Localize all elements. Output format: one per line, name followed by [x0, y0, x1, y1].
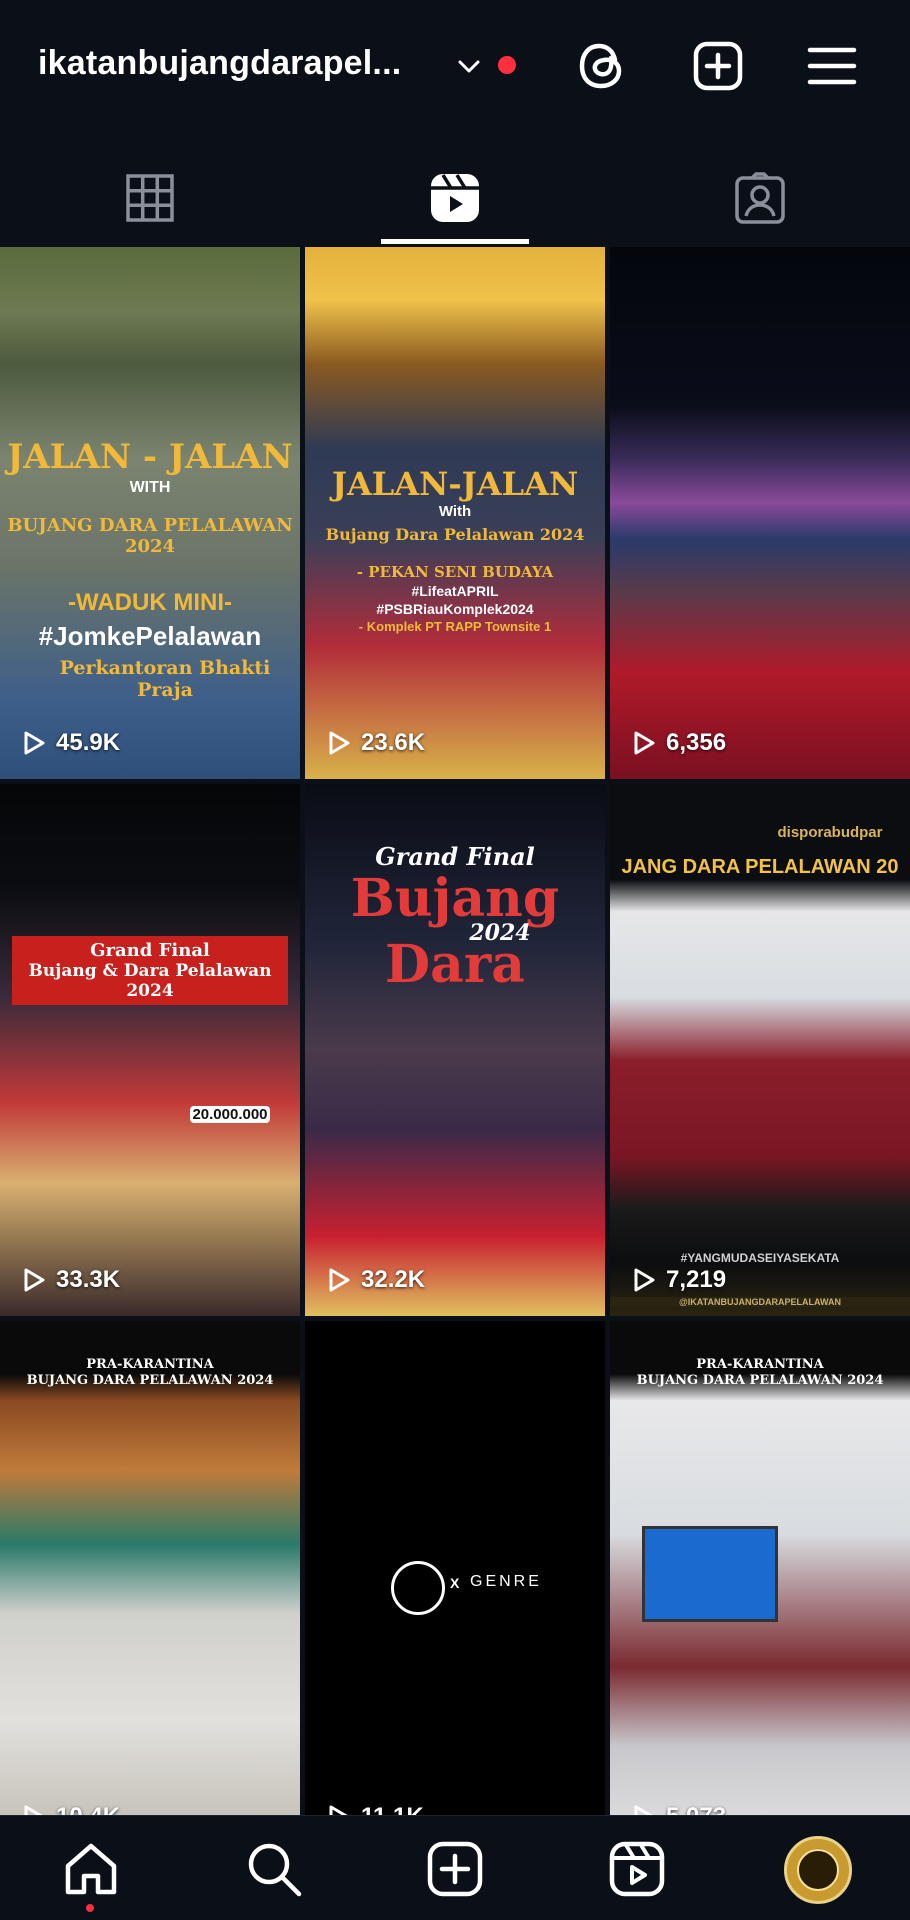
play-icon — [634, 1268, 655, 1292]
reel-caption: @IKATANBUJANGDARAPELALAWAN — [610, 1297, 910, 1307]
threads-icon[interactable] — [573, 36, 633, 96]
grid-tab[interactable] — [0, 150, 300, 246]
profile-avatar[interactable] — [784, 1836, 852, 1904]
reel-caption: Bujang Dara Pelalawan 2024 — [325, 525, 585, 544]
home-icon[interactable] — [60, 1838, 122, 1900]
reel-thumbnail[interactable]: Grand Final Bujang & Dara Pelalawan 2024… — [0, 784, 300, 1316]
reel-caption: - Komplek PT RAPP Townsite 1 — [358, 619, 552, 634]
view-count: 32.2K — [327, 1266, 425, 1294]
play-icon — [329, 1805, 348, 1815]
view-count-label: 11.1K — [361, 1803, 424, 1815]
reel-thumbnail[interactable]: PRA-KARANTINA BUJANG DARA PELALAWAN 2024… — [610, 1321, 910, 1815]
reel-caption: JALAN - JALAN — [7, 437, 293, 477]
play-icon — [634, 731, 655, 755]
play-icon — [634, 1805, 653, 1815]
reel-caption: GENRE — [470, 1573, 542, 1590]
profile-header: ikatanbujangdarapel... — [0, 0, 910, 130]
reel-caption: disporabudpar — [777, 824, 883, 841]
reel-caption: #PSBRiauKomplek2024 — [376, 601, 534, 617]
reel-caption: #LifeatAPRIL — [411, 583, 499, 599]
reels-grid: JALAN - JALAN WITH BUJANG DARA PELALAWAN… — [0, 247, 910, 1815]
reel-caption: BUJANG DARA PELALAWAN 2024 — [26, 1373, 274, 1388]
reel-thumbnail[interactable]: disporabudpar JANG DARA PELALAWAN 20 #YA… — [610, 784, 910, 1316]
reel-thumbnail[interactable]: PRA-KARANTINA BUJANG DARA PELALAWAN 2024… — [0, 1321, 300, 1815]
search-icon[interactable] — [243, 1838, 305, 1900]
reel-caption: JALAN-JALAN — [331, 465, 579, 503]
reel-caption: Dara — [385, 934, 525, 995]
home-notification-dot — [86, 1904, 94, 1912]
bottom-navigation — [0, 1815, 910, 1920]
play-icon — [24, 1268, 45, 1292]
chevron-down-icon[interactable] — [454, 52, 484, 82]
view-count: 7,219 — [632, 1266, 726, 1294]
reel-caption: JANG DARA PELALAWAN 20 — [621, 856, 899, 878]
reel-caption: #YANGMUDASEIYASEKATA — [680, 1251, 840, 1265]
reel-caption: With — [438, 503, 472, 520]
reels-icon — [431, 174, 479, 222]
reel-caption: Grand Final — [375, 842, 535, 871]
play-icon — [24, 731, 45, 755]
reel-thumbnail[interactable]: 6,356 — [610, 247, 910, 779]
reel-caption: - PEKAN SENI BUDAYA — [356, 563, 554, 581]
reel-thumbnail[interactable]: JALAN - JALAN WITH BUJANG DARA PELALAWAN… — [0, 247, 300, 779]
create-icon[interactable] — [688, 36, 748, 96]
reel-caption: WITH — [129, 479, 171, 496]
view-count-label: 5,073 — [666, 1803, 726, 1815]
account-username[interactable]: ikatanbujangdarapel... — [38, 44, 401, 83]
view-count-label: 23.6K — [361, 729, 426, 756]
view-count: 23.6K — [327, 729, 425, 757]
view-count-label: 33.3K — [56, 1266, 121, 1293]
notification-dot — [498, 56, 516, 74]
reels-tab[interactable] — [305, 150, 605, 246]
grid-icon — [126, 174, 174, 222]
active-tab-indicator — [381, 239, 529, 244]
reel-thumbnail[interactable]: Grand Final Bujang 2024 Dara 32.2K — [305, 784, 605, 1316]
reel-caption: PRA-KARANTINA — [86, 1357, 214, 1372]
view-count: 45.9K — [22, 729, 120, 757]
tagged-icon — [735, 172, 785, 224]
profile-tabs — [0, 150, 910, 246]
instagram-profile-screen: ikatanbujangdarapel... JALAN - JALAN WIT… — [0, 0, 910, 1920]
reel-caption: Perkantoran Bhakti Praja — [59, 657, 271, 701]
reels-icon[interactable] — [606, 1838, 668, 1900]
view-count-label: 10.4K — [56, 1803, 120, 1815]
view-count-label: 32.2K — [361, 1266, 426, 1293]
view-count: 33.3K — [22, 1266, 120, 1294]
reel-caption: PRA-KARANTINA — [696, 1357, 824, 1372]
view-count-label: 7,219 — [666, 1266, 727, 1293]
view-count-label: 45.9K — [56, 729, 121, 756]
reel-caption: Grand Final — [90, 940, 210, 961]
logo-emblem — [391, 1561, 445, 1615]
view-count: 10.4K — [22, 1803, 120, 1815]
reel-thumbnail[interactable]: X GENRE 11.1K — [305, 1321, 605, 1815]
reel-caption: #JomkePelalawan — [38, 621, 262, 651]
reel-thumbnail[interactable]: JALAN-JALAN With Bujang Dara Pelalawan 2… — [305, 247, 605, 779]
play-icon — [329, 1268, 350, 1292]
reel-caption: 20.000.000 — [190, 1106, 270, 1123]
reel-caption: Bujang & Dara Pelalawan 2024 — [28, 961, 272, 1001]
view-count-label: 6,356 — [666, 729, 727, 756]
avatar-emblem — [797, 1849, 839, 1891]
reel-caption: BUJANG DARA PELALAWAN 2024 — [636, 1373, 884, 1388]
reel-caption: X — [450, 1575, 460, 1591]
play-icon — [24, 1805, 43, 1815]
reel-caption: -WADUK MINI- — [68, 589, 232, 616]
reel-caption: BUJANG DARA PELALAWAN 2024 — [7, 515, 293, 557]
view-count: 5,073 — [632, 1803, 726, 1815]
create-icon[interactable] — [424, 1838, 486, 1900]
view-count: 11.1K — [327, 1803, 424, 1815]
tagged-tab[interactable] — [610, 150, 910, 246]
menu-icon[interactable] — [802, 36, 862, 96]
screen-display — [642, 1526, 778, 1622]
play-icon — [329, 731, 350, 755]
view-count: 6,356 — [632, 729, 726, 757]
